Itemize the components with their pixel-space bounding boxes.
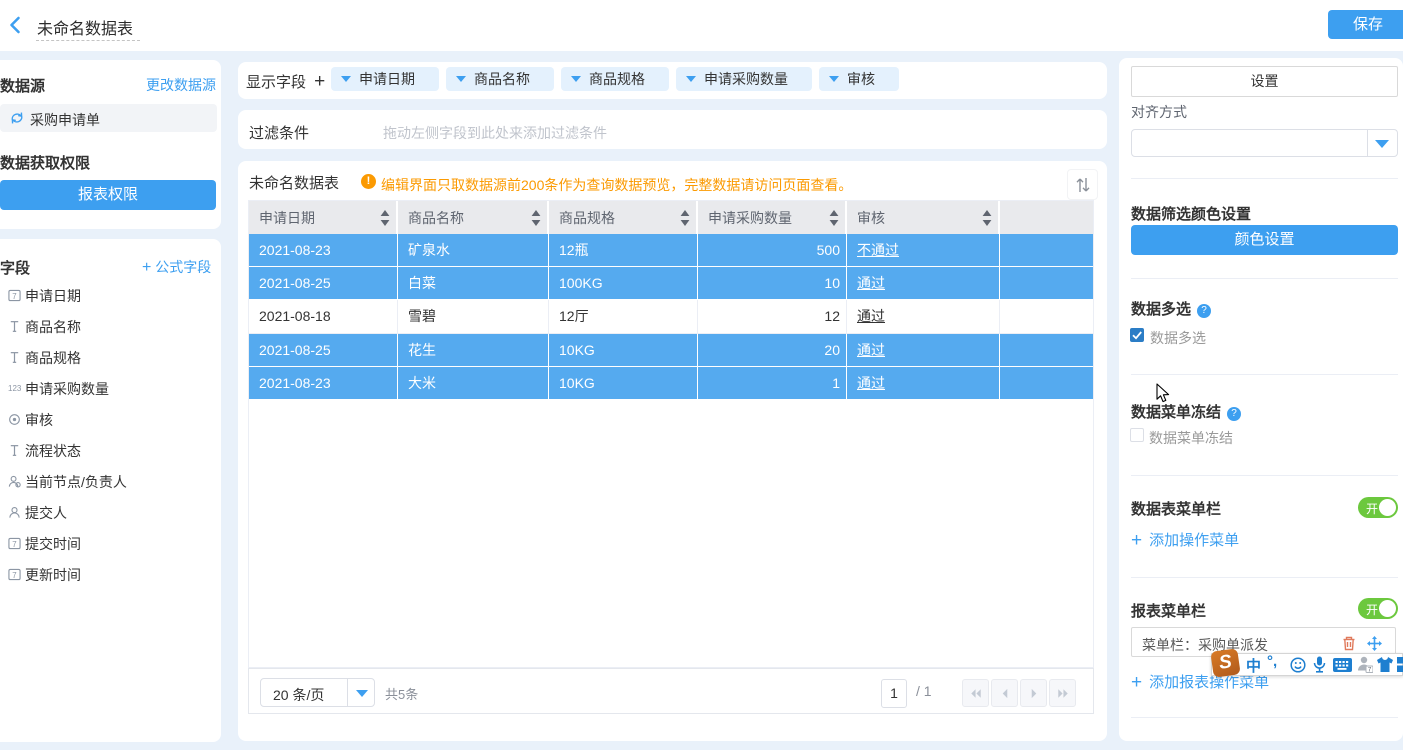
svg-text:7: 7: [12, 292, 16, 301]
svg-text:7: 7: [12, 540, 16, 549]
svg-text:7: 7: [12, 571, 16, 580]
svg-text:7: 7: [1368, 667, 1372, 674]
